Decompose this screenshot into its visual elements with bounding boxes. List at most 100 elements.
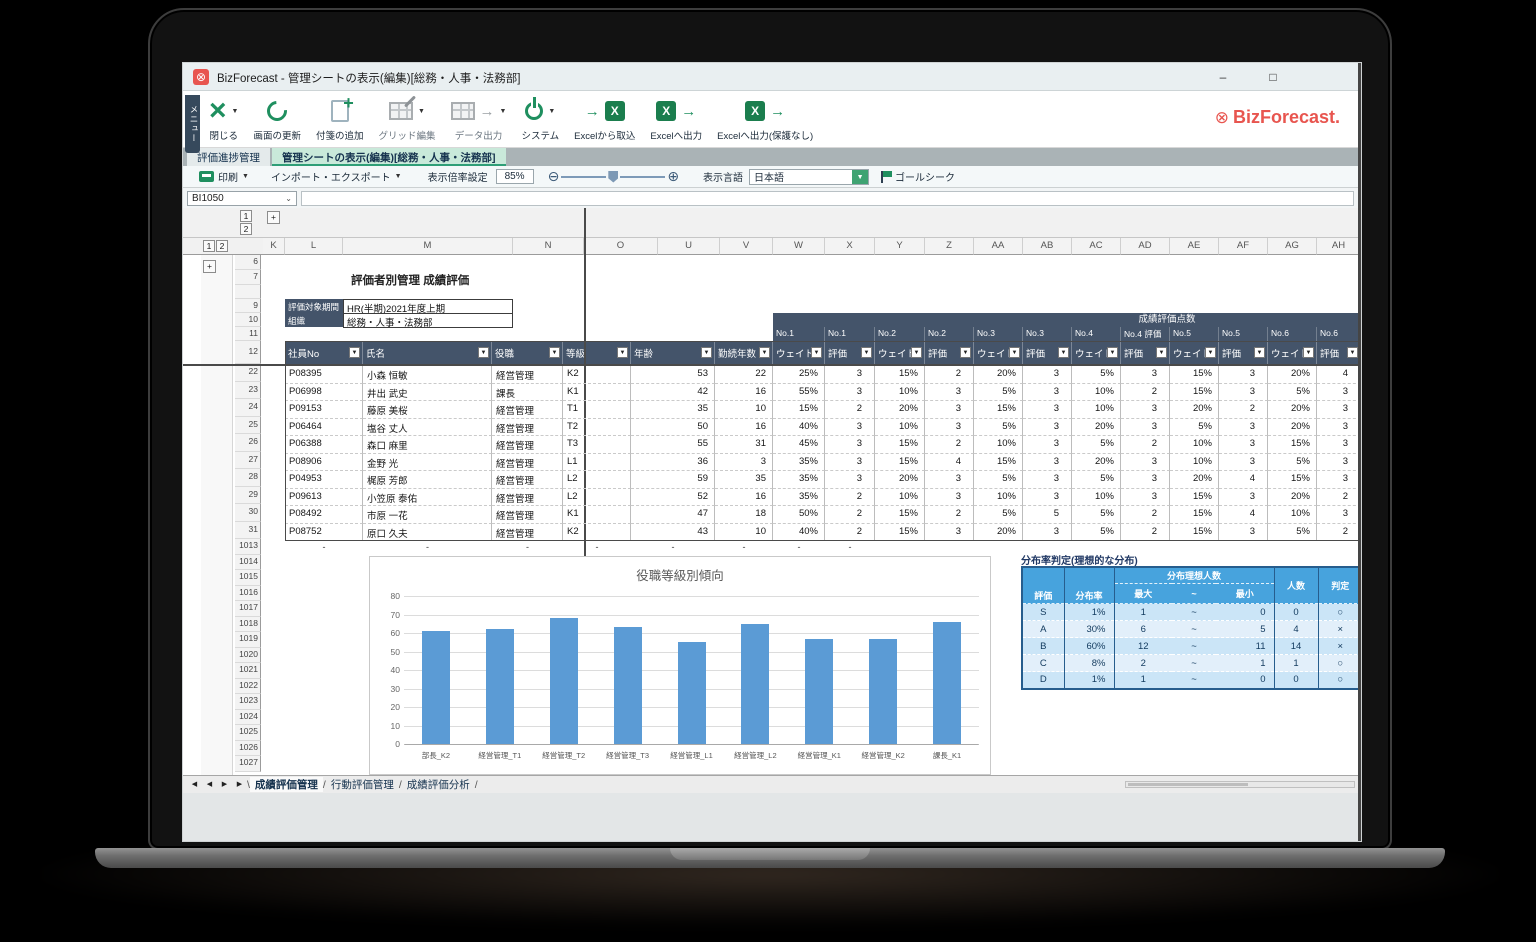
cell[interactable]: 5% — [1268, 384, 1317, 402]
cell[interactable]: 経営管理 — [492, 401, 563, 419]
distribution-cell[interactable]: 6 — [1114, 621, 1172, 638]
filter-icon[interactable]: ▼ — [478, 347, 489, 358]
cell[interactable]: 5% — [1072, 471, 1121, 489]
cell[interactable]: 3 — [825, 471, 875, 489]
row-header[interactable]: 30 — [235, 504, 261, 522]
cell[interactable]: 3 — [1317, 506, 1361, 524]
table-column-header[interactable]: 評価▼ — [1121, 341, 1170, 364]
nav-next-button[interactable]: ▶ — [217, 778, 232, 791]
distribution-cell[interactable]: 1 — [1274, 655, 1318, 672]
cell[interactable]: 36 — [631, 454, 715, 472]
row-header[interactable]: 1025 — [235, 725, 261, 741]
distribution-cell[interactable]: ~ — [1172, 638, 1216, 655]
row-header[interactable]: 12 — [235, 341, 261, 364]
row-header[interactable]: 1016 — [235, 586, 261, 602]
chevron-down-icon[interactable]: ▼ — [852, 170, 868, 184]
cell[interactable]: 2 — [1121, 524, 1170, 542]
filter-icon[interactable]: ▼ — [1009, 347, 1020, 358]
cell[interactable]: 金野 光 — [363, 454, 492, 472]
col-header[interactable]: AG — [1268, 238, 1317, 255]
cell[interactable]: P09613 — [285, 489, 363, 507]
maximize-button[interactable]: □ — [1258, 68, 1288, 86]
cell[interactable]: 20% — [1268, 489, 1317, 507]
cell[interactable]: 3 — [1219, 384, 1268, 402]
distribution-cell[interactable]: 12 — [1114, 638, 1172, 655]
row-header[interactable]: 1023 — [235, 694, 261, 710]
col-header[interactable]: W — [773, 238, 825, 255]
row-header[interactable]: 23 — [235, 382, 261, 400]
col-header[interactable]: AF — [1219, 238, 1268, 255]
cell[interactable]: 井出 武史 — [363, 384, 492, 402]
cell[interactable]: 3 — [825, 454, 875, 472]
cell[interactable]: 3 — [925, 524, 974, 542]
cell[interactable]: 経営管理 — [492, 436, 563, 454]
col-header[interactable]: AB — [1023, 238, 1072, 255]
table-column-header[interactable]: 社員No▼ — [285, 341, 363, 364]
cell[interactable]: 3 — [925, 419, 974, 437]
cell[interactable]: P08752 — [285, 524, 363, 542]
cell[interactable]: L2 — [563, 471, 631, 489]
cell[interactable]: 2 — [1317, 489, 1361, 507]
cell[interactable]: 43 — [631, 524, 715, 542]
cell[interactable]: 10% — [1170, 436, 1219, 454]
col-header[interactable]: X — [825, 238, 875, 255]
cell[interactable]: 3 — [1023, 436, 1072, 454]
cell[interactable]: P06998 — [285, 384, 363, 402]
toolbar-button-close-x[interactable]: ×▼閉じる — [209, 95, 238, 142]
cell[interactable]: 5% — [974, 384, 1023, 402]
table-column-header[interactable]: ウェイト▼ — [1268, 341, 1317, 364]
cell[interactable]: 35% — [773, 454, 825, 472]
table-column-header[interactable]: ウェイト▼ — [875, 341, 925, 364]
cell[interactable]: 25% — [773, 366, 825, 384]
distribution-cell[interactable]: ~ — [1172, 672, 1216, 689]
print-button[interactable]: 印刷 ▼ — [199, 169, 249, 184]
cell[interactable]: 45% — [773, 436, 825, 454]
cell[interactable]: 経営管理 — [492, 366, 563, 384]
cell[interactable]: 4 — [925, 454, 974, 472]
cell[interactable]: 35 — [715, 471, 773, 489]
cell[interactable]: 20% — [1170, 401, 1219, 419]
distribution-cell[interactable]: 0 — [1274, 604, 1318, 621]
cell[interactable]: 2 — [925, 366, 974, 384]
cell[interactable]: 3 — [1023, 524, 1072, 542]
toolbar-button-excel-import[interactable]: →XExcelから取込 — [574, 95, 635, 142]
cell[interactable]: 3 — [1317, 419, 1361, 437]
cell[interactable]: 50% — [773, 506, 825, 524]
row-header[interactable]: 29 — [235, 487, 261, 505]
table-column-header[interactable]: 評価▼ — [1219, 341, 1268, 364]
cell[interactable]: 3 — [1219, 524, 1268, 542]
cell[interactable]: 課長 — [492, 384, 563, 402]
cell[interactable]: 3 — [925, 384, 974, 402]
distribution-cell[interactable]: C — [1022, 655, 1064, 672]
formula-input[interactable] — [301, 191, 1354, 206]
filter-icon[interactable]: ▼ — [1107, 347, 1118, 358]
toolbar-button-excel-export[interactable]: X→Excelへ出力 — [650, 95, 702, 142]
distribution-cell[interactable]: ~ — [1172, 655, 1216, 672]
cell[interactable]: 40% — [773, 419, 825, 437]
distribution-cell[interactable]: 5 — [1216, 621, 1274, 638]
distribution-cell[interactable]: 8% — [1064, 655, 1114, 672]
cell[interactable]: 塩谷 丈人 — [363, 419, 492, 437]
filter-icon[interactable]: ▼ — [811, 347, 822, 358]
distribution-cell[interactable]: 0 — [1216, 604, 1274, 621]
language-select[interactable]: 日本語 ▼ — [749, 169, 869, 185]
cell[interactable]: 3 — [715, 454, 773, 472]
cell[interactable]: 3 — [1317, 384, 1361, 402]
cell[interactable]: 5% — [1268, 524, 1317, 542]
filter-icon[interactable]: ▼ — [861, 347, 872, 358]
zoom-value-box[interactable]: 85% — [496, 169, 534, 184]
distribution-cell[interactable]: 0 — [1274, 672, 1318, 689]
cell[interactable]: K1 — [563, 384, 631, 402]
toolbar-button-power[interactable]: ▼システム — [521, 95, 559, 142]
cell[interactable]: 4 — [1219, 471, 1268, 489]
cell[interactable]: 3 — [1317, 454, 1361, 472]
cell[interactable]: 55% — [773, 384, 825, 402]
cell[interactable]: 15% — [1170, 524, 1219, 542]
toolbar-button-data-export[interactable]: →▼データ出力 — [451, 95, 507, 142]
row-header[interactable]: 1020 — [235, 648, 261, 664]
row-header[interactable]: 1018 — [235, 617, 261, 633]
cell[interactable]: 5% — [974, 419, 1023, 437]
cell[interactable]: K2 — [563, 366, 631, 384]
row-header[interactable]: 1019 — [235, 632, 261, 648]
row-header[interactable]: 1024 — [235, 710, 261, 726]
